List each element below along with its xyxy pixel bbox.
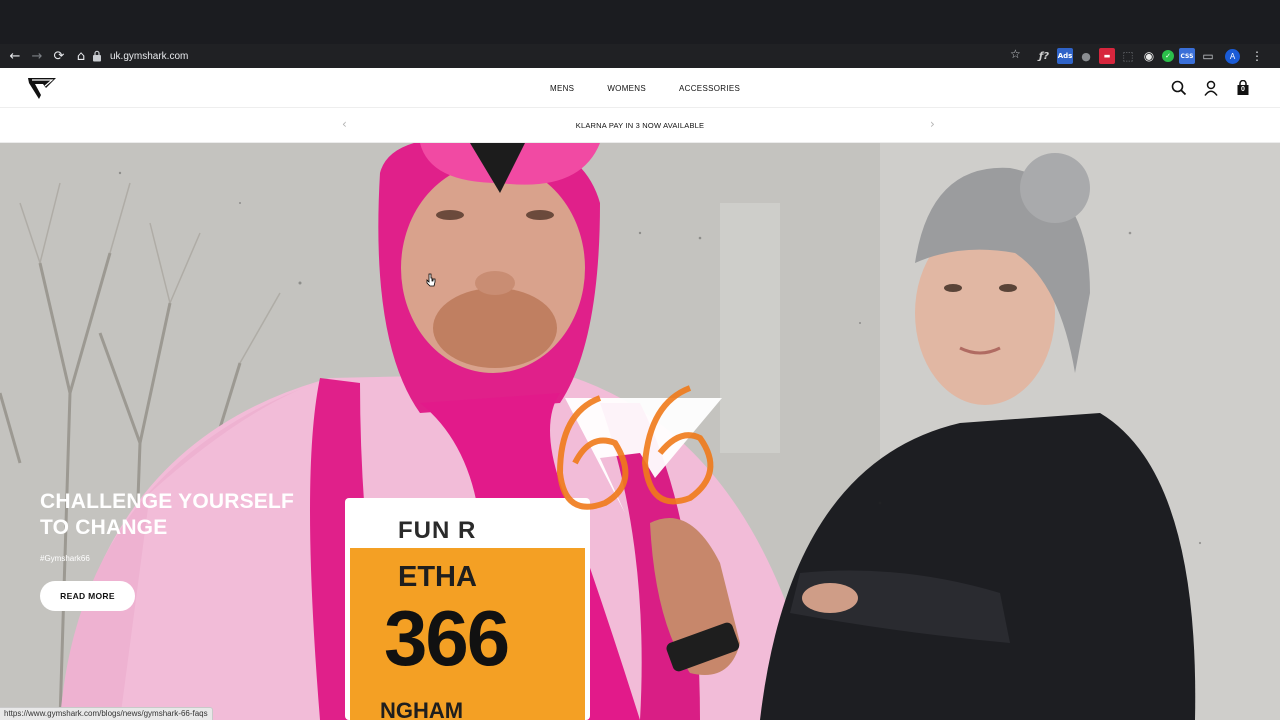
promo-next-arrow[interactable]: › bbox=[930, 117, 935, 131]
account-icon[interactable] bbox=[1202, 79, 1220, 97]
bib-text-bottom: NGHAM bbox=[380, 698, 464, 720]
browser-tab-strip bbox=[0, 0, 1280, 44]
white-circle-extension-icon[interactable]: ◉ bbox=[1141, 48, 1157, 64]
bib-text-top: FUN R bbox=[398, 517, 477, 544]
cart-count: 0 bbox=[1241, 86, 1245, 93]
header-actions: 0 bbox=[1170, 79, 1252, 97]
badge-extension-icon[interactable]: CSS bbox=[1179, 48, 1195, 64]
read-more-button[interactable]: READ MORE bbox=[40, 581, 135, 611]
bookmark-star-icon[interactable]: ☆ bbox=[1010, 47, 1021, 61]
reload-button[interactable]: ⟳ bbox=[48, 45, 70, 67]
cart-icon[interactable]: 0 bbox=[1234, 79, 1252, 97]
nav-mens[interactable]: MENS bbox=[550, 84, 574, 93]
url-text: uk.gymshark.com bbox=[110, 50, 189, 62]
hero-photo bbox=[0, 143, 1280, 720]
circle-extension-icon[interactable]: ● bbox=[1078, 48, 1094, 64]
hero-banner[interactable]: FUN R ETHA 366 NGHAM CHALLENGE YOURSELF … bbox=[0, 143, 1280, 720]
dashed-extension-icon[interactable]: ⬚ bbox=[1120, 48, 1136, 64]
bib-number: 366 bbox=[384, 594, 510, 682]
nav-womens[interactable]: WOMENS bbox=[607, 84, 646, 93]
main-nav: MENS WOMENS ACCESSORIES bbox=[550, 68, 740, 108]
back-button[interactable]: ← bbox=[4, 45, 26, 67]
forward-button[interactable]: → bbox=[26, 45, 48, 67]
address-bar[interactable]: uk.gymshark.com bbox=[92, 47, 1032, 65]
ads-extension-icon[interactable]: Ads bbox=[1057, 48, 1073, 64]
nav-accessories[interactable]: ACCESSORIES bbox=[679, 84, 740, 93]
hero-hashtag: #Gymshark66 bbox=[40, 554, 90, 563]
hero-title-line-1: CHALLENGE YOURSELF bbox=[40, 490, 295, 513]
lock-icon bbox=[93, 50, 101, 62]
check-extension-icon[interactable]: ✓ bbox=[1162, 50, 1174, 62]
hero-title: CHALLENGE YOURSELF TO CHANGE bbox=[40, 489, 340, 541]
site-header: MENS WOMENS ACCESSORIES 0 bbox=[0, 68, 1280, 108]
bib-text-name: ETHA bbox=[398, 561, 477, 593]
hero-title-line-2: TO CHANGE bbox=[40, 516, 168, 539]
promo-banner: ‹ KLARNA PAY IN 3 NOW AVAILABLE › bbox=[0, 108, 1280, 143]
promo-text[interactable]: KLARNA PAY IN 3 NOW AVAILABLE bbox=[0, 121, 1280, 130]
gymshark-logo-icon[interactable] bbox=[26, 75, 58, 101]
search-icon[interactable] bbox=[1170, 79, 1188, 97]
home-button[interactable]: ⌂ bbox=[70, 45, 92, 67]
mouse-cursor-icon bbox=[426, 273, 436, 287]
cast-icon[interactable]: ▭ bbox=[1200, 48, 1216, 64]
fx-extension-icon[interactable]: ƒ? bbox=[1036, 48, 1052, 64]
profile-avatar[interactable]: A bbox=[1225, 48, 1240, 64]
red-extension-icon[interactable]: ▬ bbox=[1099, 48, 1115, 64]
browser-status-bar: https://www.gymshark.com/blogs/news/gyms… bbox=[0, 707, 213, 720]
browser-menu-icon[interactable]: ⋮ bbox=[1251, 49, 1263, 63]
extensions-bar: ƒ? Ads ● ▬ ⬚ ◉ ✓ CSS ▭ A ⋮ bbox=[1036, 47, 1263, 65]
